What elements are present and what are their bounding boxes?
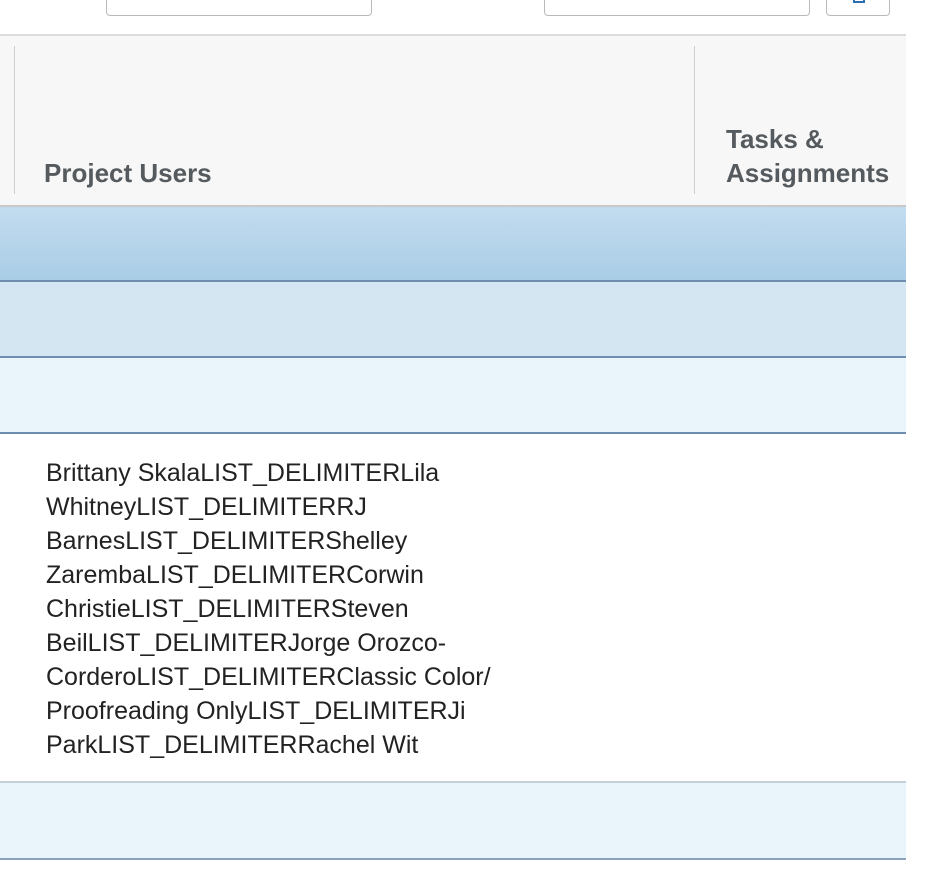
filter-input-1[interactable] [106,0,372,16]
toolbar-icon-button[interactable] [826,0,890,16]
filter-input-2[interactable] [544,0,810,16]
table-header: Project Users Tasks & Assignments [0,36,906,207]
table-row[interactable] [0,783,906,860]
project-users-cell: Brittany SkalaLIST_DELIMITERLila Whitney… [46,459,491,759]
column-divider[interactable] [694,46,695,194]
table-row[interactable] [0,282,906,358]
column-divider[interactable] [14,46,15,194]
table-row[interactable] [0,207,906,282]
table-row[interactable]: Brittany SkalaLIST_DELIMITERLila Whitney… [0,434,906,783]
save-icon [853,0,865,3]
column-header-project-users[interactable]: Project Users [44,156,212,190]
column-header-tasks-assignments[interactable]: Tasks & Assignments [726,122,902,190]
toolbar [0,0,906,36]
page: Project Users Tasks & Assignments Britta… [0,0,944,876]
table-row[interactable] [0,358,906,434]
